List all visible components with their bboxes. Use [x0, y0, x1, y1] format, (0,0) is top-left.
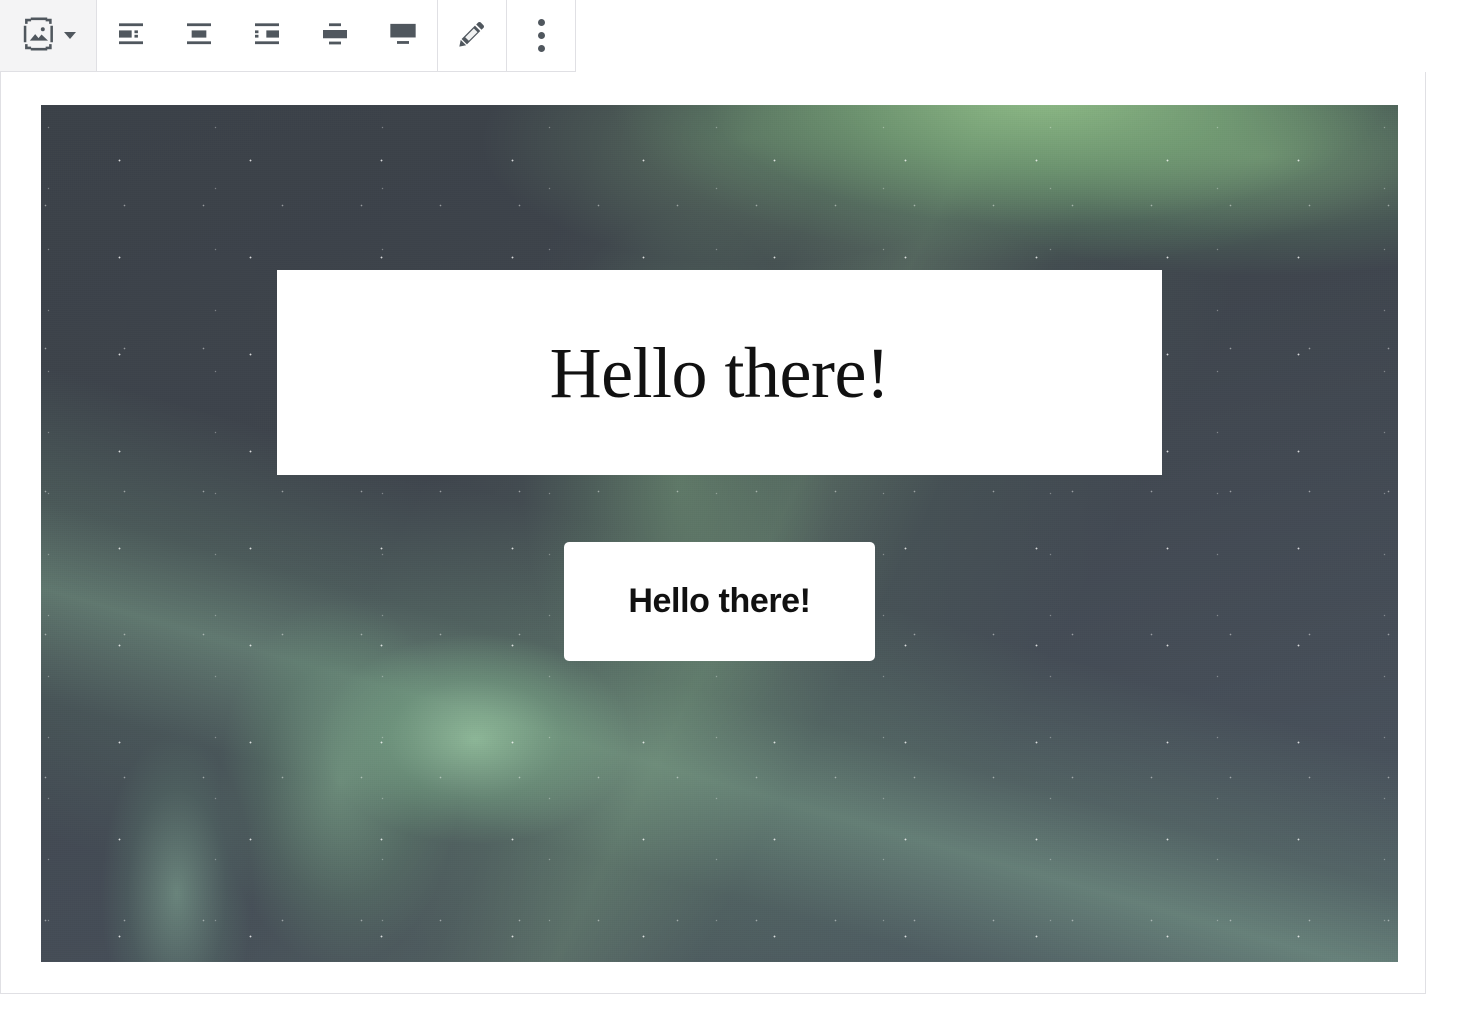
kebab-menu-icon — [537, 19, 545, 52]
align-wide-button[interactable] — [301, 0, 369, 71]
cover-heading[interactable]: Hello there! — [550, 337, 890, 409]
block-type-switcher-button[interactable] — [0, 0, 96, 71]
cover-call-to-action-button[interactable]: Hello there! — [564, 542, 875, 661]
toolbar-group-alignment — [97, 0, 438, 71]
editor-canvas: Hello there! Hello there! — [0, 72, 1426, 994]
options-button[interactable] — [507, 0, 575, 71]
block-toolbar — [0, 0, 576, 72]
align-full-icon — [387, 18, 419, 53]
cover-button-label: Hello there! — [628, 582, 811, 620]
align-right-button[interactable] — [233, 0, 301, 71]
align-center-button[interactable] — [165, 0, 233, 71]
edit-button[interactable] — [438, 0, 506, 71]
align-center-icon — [183, 18, 215, 53]
heading-panel[interactable]: Hello there! — [277, 270, 1162, 475]
pencil-icon — [456, 18, 488, 53]
align-full-button[interactable] — [369, 0, 437, 71]
chevron-down-icon — [64, 32, 76, 39]
align-right-icon — [251, 18, 283, 53]
align-left-button[interactable] — [97, 0, 165, 71]
editor-root: Hello there! Hello there! — [0, 0, 1476, 1028]
align-left-icon — [115, 18, 147, 53]
toolbar-group-block-type — [0, 0, 97, 71]
cover-block[interactable]: Hello there! Hello there! — [41, 105, 1398, 962]
toolbar-group-options — [507, 0, 575, 71]
cover-block-icon — [20, 15, 58, 56]
align-wide-icon — [319, 18, 351, 53]
cover-inner-container: Hello there! Hello there! — [41, 105, 1398, 661]
toolbar-group-edit — [438, 0, 507, 71]
